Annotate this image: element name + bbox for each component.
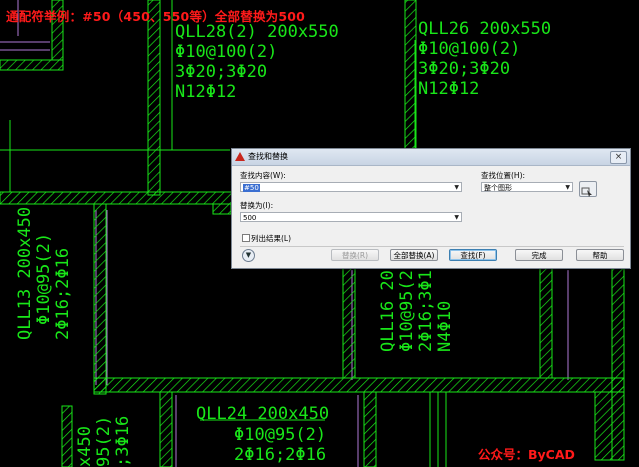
qll26-line-2: Φ10@100(2): [418, 39, 520, 59]
replace-all-button[interactable]: 全部替换(A): [390, 249, 438, 261]
select-objects-icon: [581, 187, 592, 197]
chevron-down-icon[interactable]: ▼: [565, 183, 570, 193]
select-objects-button[interactable]: [579, 181, 597, 197]
qll13-label[interactable]: QLL13 200x450 Φ10@95(2) 2Φ16;2Φ16: [15, 207, 73, 340]
qll16-line-2: Φ10@95(2: [397, 270, 417, 352]
partial-line-1: x450: [75, 426, 95, 467]
partial-line-2: 95(2): [94, 416, 114, 467]
replace-with-label: 替换为(I):: [240, 201, 274, 210]
qll16-line-3: 2Φ16;3Φ1: [416, 270, 436, 352]
expand-options-icon[interactable]: ▼: [242, 249, 255, 262]
autocad-app-icon: [235, 152, 245, 161]
close-button[interactable]: ×: [610, 151, 627, 164]
find-button[interactable]: 查找(F): [449, 249, 497, 261]
replace-button[interactable]: 替换(R): [331, 249, 379, 261]
qll26-label[interactable]: QLL26 200x550 Φ10@100(2) 3Φ20;3Φ20 N12Φ1…: [418, 19, 551, 99]
qll24-line-2: Φ10@95(2): [234, 425, 326, 445]
qll26-line-1: QLL26 200x550: [418, 19, 551, 39]
wildcard-example-caption: 通配符举例：#50（450、550等）全部替换为500: [6, 9, 306, 24]
find-what-value: #50: [243, 184, 260, 192]
chevron-down-icon[interactable]: ▼: [454, 183, 459, 193]
qll16-line-1: QLL16 200: [378, 260, 398, 352]
qll13-line-3: 2Φ16;2Φ16: [53, 248, 73, 340]
find-where-select[interactable]: 整个图形 ▼: [481, 182, 573, 192]
qll24-line-3: 2Φ16;2Φ16: [234, 445, 326, 465]
done-button[interactable]: 完成: [515, 249, 563, 261]
qll16-label[interactable]: QLL16 200 Φ10@95(2 2Φ16;3Φ1 N4Φ10: [378, 260, 455, 352]
qll16-line-4: N4Φ10: [435, 301, 455, 352]
dialog-separator: [240, 246, 624, 247]
dialog-titlebar[interactable]: 查找和替换 ×: [232, 149, 630, 166]
chevron-down-icon[interactable]: ▼: [454, 213, 459, 223]
qll28-line-3: 3Φ20;3Φ20: [175, 62, 267, 82]
partial-line-3: ;3Φ16: [113, 416, 133, 467]
qll13-line-1: QLL13 200x450: [15, 207, 35, 340]
list-results-label: 列出结果(L): [251, 234, 292, 243]
replace-with-value: 500: [243, 214, 257, 222]
dialog-title: 查找和替换: [248, 152, 288, 161]
find-what-label: 查找内容(W):: [240, 171, 286, 180]
qll28-line-4: N12Φ12: [175, 82, 236, 102]
find-what-combobox[interactable]: #50 ▼: [240, 182, 462, 192]
qll28-label[interactable]: QLL28(2) 200x550 Φ10@100(2) 3Φ20;3Φ20 N1…: [175, 22, 339, 102]
qll26-line-4: N12Φ12: [418, 79, 479, 99]
qll28-line-1: QLL28(2) 200x550: [175, 22, 339, 42]
list-results-checkbox[interactable]: [242, 234, 250, 242]
qll26-line-3: 3Φ20;3Φ20: [418, 59, 510, 79]
find-where-label: 查找位置(H):: [481, 171, 526, 180]
qll13-line-2: Φ10@95(2): [34, 233, 54, 325]
replace-with-combobox[interactable]: 500 ▼: [240, 212, 462, 222]
partial-label[interactable]: x450 95(2) ;3Φ16: [75, 416, 133, 467]
qll28-line-2: Φ10@100(2): [175, 42, 277, 62]
qll24-label[interactable]: QLL24 200x450 Φ10@95(2) 2Φ16;2Φ16: [196, 404, 329, 465]
qll24-line-1: QLL24 200x450: [196, 404, 329, 424]
help-button[interactable]: 帮助: [576, 249, 624, 261]
find-where-value: 整个图形: [484, 184, 512, 192]
brand-watermark: 公众号：ByCAD: [478, 447, 575, 462]
